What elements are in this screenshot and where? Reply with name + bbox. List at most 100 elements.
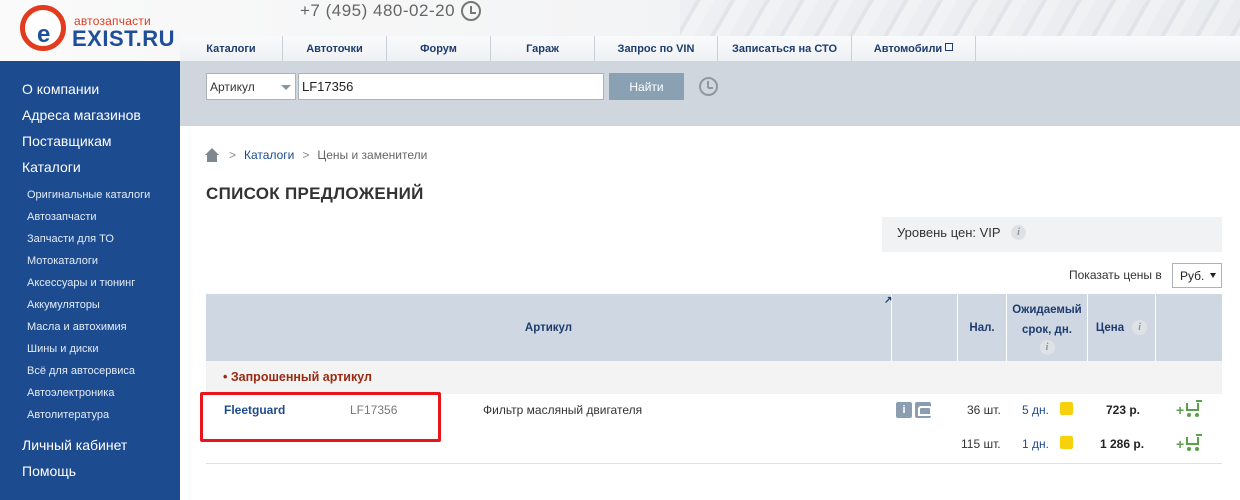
price: 723 р.: [1106, 403, 1141, 417]
sidebar-item-suppliers[interactable]: Поставщикам: [22, 133, 112, 149]
info-icon[interactable]: i: [1039, 340, 1055, 355]
nav-garage[interactable]: Гараж: [491, 36, 595, 61]
search-bar: Артикул Найти: [180, 61, 1240, 126]
nav-label: Записаться на СТО: [731, 42, 837, 55]
add-to-cart-icon[interactable]: +: [1176, 399, 1202, 418]
sidebar-item-about[interactable]: О компании: [22, 81, 99, 97]
column-label: Нал.: [969, 321, 995, 334]
currency-select[interactable]: Руб.: [1172, 263, 1222, 288]
plus-icon: +: [1176, 402, 1185, 418]
nav-forum[interactable]: Форум: [387, 36, 491, 61]
nav-label: Автоточки: [306, 42, 363, 55]
cart-wheel: [1187, 413, 1191, 417]
car-icon[interactable]: [915, 402, 932, 418]
cart-wheel: [1195, 413, 1199, 417]
nav-label: Автомобили: [873, 42, 943, 55]
delivery-days: 5 дн.: [1022, 403, 1049, 417]
column-label: Цена: [1095, 321, 1125, 334]
column-icons: [892, 294, 958, 361]
plus-icon: +: [1176, 436, 1185, 452]
sidebar-sub-maintenance[interactable]: Запчасти для ТО: [27, 233, 114, 245]
add-to-cart-icon[interactable]: +: [1176, 433, 1202, 452]
nav-label: Запрос по VIN: [617, 42, 695, 55]
search-input[interactable]: [298, 73, 604, 100]
sidebar-sub-tires[interactable]: Шины и диски: [27, 343, 98, 355]
column-stock[interactable]: Нал.: [958, 294, 1007, 361]
info-icon[interactable]: i: [896, 402, 912, 418]
price-level-box: Уровень цен: VIP i: [882, 217, 1222, 252]
part-description: Фильтр масляный двигателя: [483, 403, 643, 417]
sidebar-sub-service[interactable]: Всё для автосервиса: [27, 365, 135, 377]
search-type-value: Артикул: [210, 80, 255, 94]
sidebar-item-stores[interactable]: Адреса магазинов: [22, 107, 141, 123]
status-indicator: [1060, 402, 1073, 415]
cart-wheel: [1195, 447, 1199, 451]
breadcrumb-current: Цены и заменители: [317, 148, 428, 162]
offers-table-header: Артикул ↗ Нал. Ожидаемый срок, дн. i Цен…: [206, 294, 1222, 361]
price: 1 286 р.: [1100, 437, 1145, 451]
breadcrumb: > Каталоги > Цены и заменители: [205, 148, 427, 162]
page-title: СПИСОК ПРЕДЛОЖЕНИЙ: [206, 184, 424, 203]
sidebar-sub-oils[interactable]: Масла и автохимия: [27, 321, 127, 333]
column-label: Ожидаемый: [1012, 304, 1082, 316]
cart-handle: [1196, 400, 1202, 402]
group-requested-article: • Запрошенный артикул: [206, 361, 1222, 394]
cart-body: [1186, 437, 1199, 445]
logo-e-icon: e: [20, 5, 66, 51]
sidebar-item-help[interactable]: Помощь: [22, 463, 76, 479]
nav-filler: [976, 36, 1240, 61]
delivery-days: 1 дн.: [1022, 437, 1049, 451]
status-indicator: [1060, 436, 1073, 449]
sidebar: О компании Адреса магазинов Поставщикам …: [0, 61, 180, 500]
cart-handle: [1196, 434, 1202, 436]
column-label: срок, дн.: [1021, 324, 1073, 336]
column-delivery[interactable]: Ожидаемый срок, дн. i: [1007, 294, 1088, 361]
stock-count: 36 шт.: [967, 403, 1001, 417]
home-icon[interactable]: [205, 148, 219, 162]
currency-value: Руб.: [1180, 269, 1205, 283]
column-article[interactable]: Артикул: [206, 294, 892, 361]
nav-catalogs[interactable]: Каталоги: [180, 36, 283, 61]
breadcrumb-separator: >: [302, 148, 310, 162]
sidebar-item-account[interactable]: Личный кабинет: [22, 437, 127, 453]
sidebar-sub-literature[interactable]: Автолитература: [27, 409, 109, 421]
nav-cars[interactable]: Автомобили: [852, 36, 976, 61]
history-icon[interactable]: [699, 77, 718, 96]
column-cart: [1156, 294, 1222, 361]
nav-label: Форум: [420, 42, 457, 55]
logo[interactable]: e автозапчасти EXIST.RU: [16, 2, 181, 56]
info-icon[interactable]: i: [1011, 225, 1026, 240]
logo-text: EXIST.RU: [72, 26, 176, 51]
nav-autopoints[interactable]: Автоточки: [283, 36, 387, 61]
sidebar-sub-batteries[interactable]: Аккумуляторы: [27, 299, 100, 311]
stock-count: 115 шт.: [961, 437, 1001, 451]
header: e автозапчасти EXIST.RU +7 (495) 480-02-…: [0, 0, 1240, 61]
column-price[interactable]: Цена i: [1088, 294, 1156, 361]
breadcrumb-link-catalogs[interactable]: Каталоги: [244, 148, 294, 162]
sidebar-sub-electronics[interactable]: Автоэлектроника: [27, 387, 114, 399]
row-divider: [206, 463, 1222, 464]
highlight-annotation: [200, 392, 441, 442]
breadcrumb-separator: >: [229, 148, 237, 162]
phone-number: +7 (495) 480-02-20: [300, 1, 456, 20]
sidebar-sub-original[interactable]: Оригинальные каталоги: [27, 189, 150, 201]
nav-service-booking[interactable]: Записаться на СТО: [718, 36, 852, 61]
show-prices-label: Показать цены в: [1069, 268, 1162, 282]
info-icon[interactable]: i: [1132, 320, 1148, 335]
search-type-select[interactable]: Артикул: [206, 73, 296, 100]
nav-label: Гараж: [526, 42, 559, 55]
chevron-down-icon: [281, 85, 291, 90]
cart-wheel: [1187, 447, 1191, 451]
search-button[interactable]: Найти: [609, 73, 684, 100]
chevron-down-icon: [1210, 273, 1216, 278]
clock-icon[interactable]: [461, 1, 481, 21]
nav-vin-request[interactable]: Запрос по VIN: [595, 36, 718, 61]
logo-letter: e: [37, 21, 51, 48]
sidebar-sub-moto[interactable]: Мотокаталоги: [27, 255, 98, 267]
external-link-icon: [945, 42, 954, 51]
sidebar-sub-accessories[interactable]: Аксессуары и тюнинг: [27, 277, 135, 289]
top-navigation: Каталоги Автоточки Форум Гараж Запрос по…: [180, 36, 1240, 61]
sidebar-sub-parts[interactable]: Автозапчасти: [27, 211, 97, 223]
nav-label: Каталоги: [206, 42, 256, 55]
sidebar-item-catalogs[interactable]: Каталоги: [22, 159, 81, 175]
